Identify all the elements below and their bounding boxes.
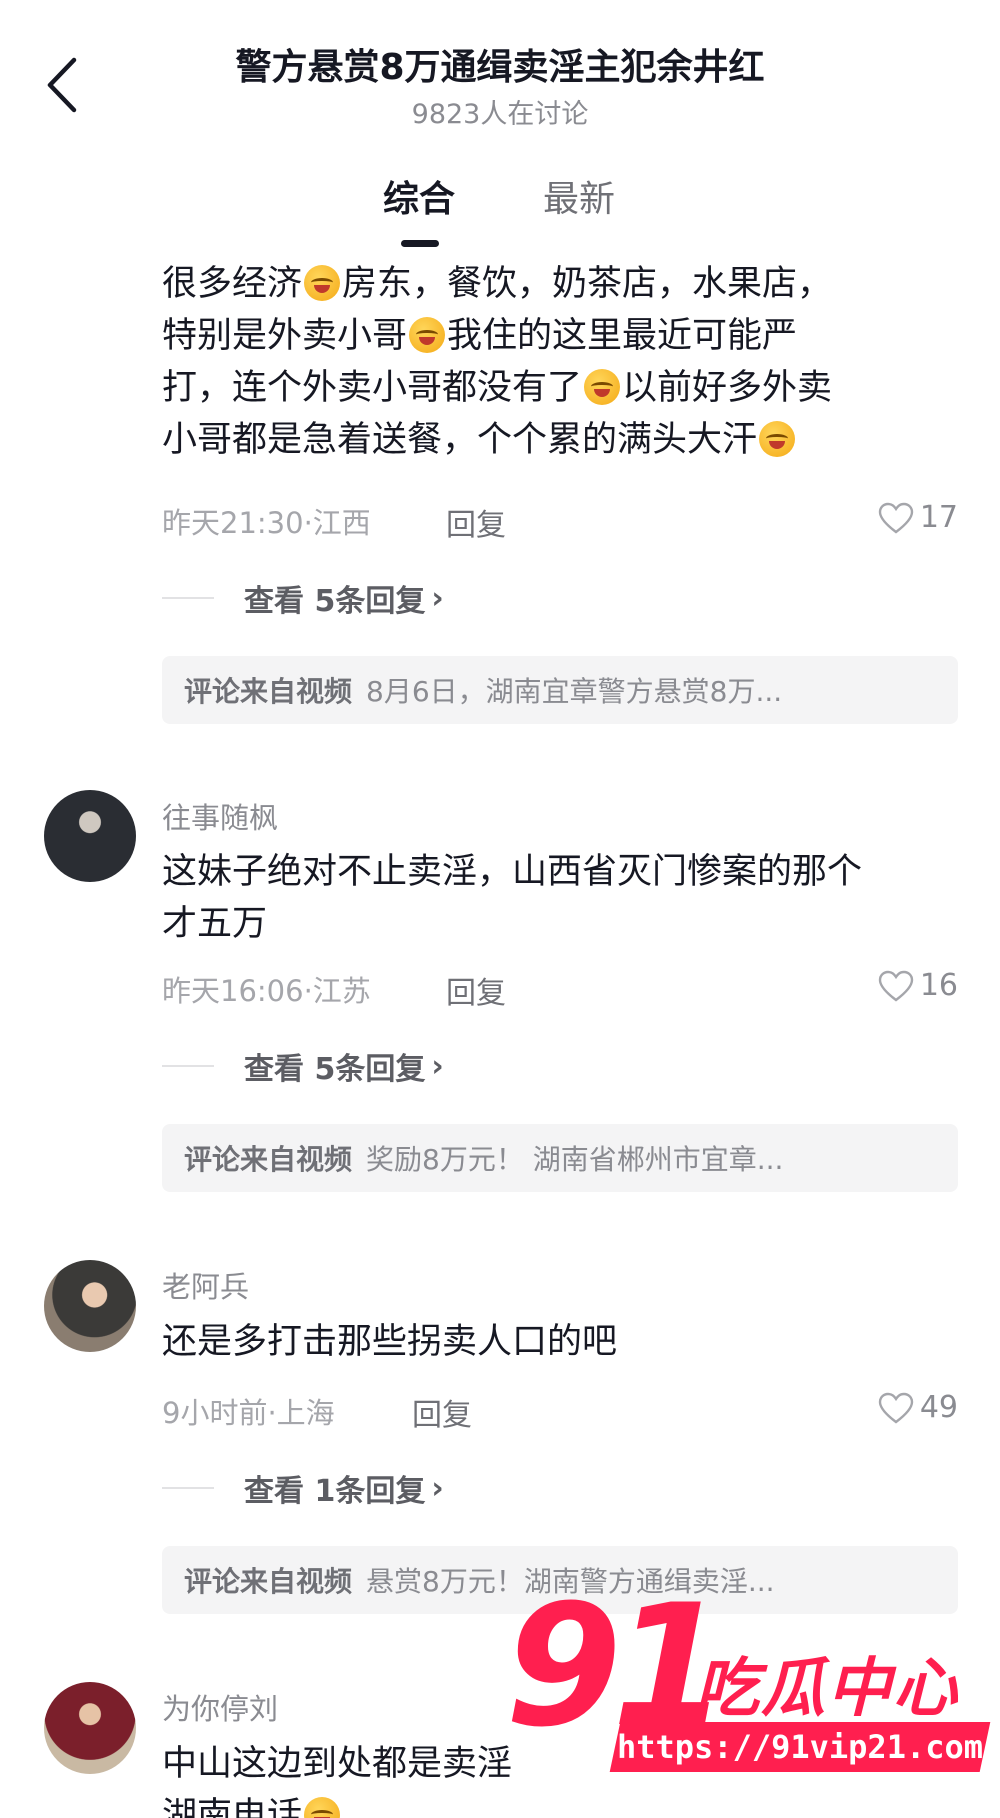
heart-icon (878, 1392, 914, 1424)
crying-emoji-icon (304, 1797, 341, 1818)
crying-laughing-emoji-icon (759, 421, 796, 457)
comment-meta: 昨天16:06·江苏 (162, 974, 371, 1008)
watermark-logo: 91 吃瓜中心 https://91vip21.com (505, 1582, 995, 1792)
like-button[interactable]: 16 (878, 968, 958, 1003)
heart-icon (878, 970, 914, 1002)
crying-laughing-emoji-icon (584, 369, 621, 405)
comment-text: 还是多打击那些拐卖人口的吧 (162, 1322, 618, 1362)
watermark-url: https://91vip21.com (609, 1722, 991, 1772)
username[interactable]: 为你停刘 (162, 1686, 278, 1728)
chevron-right-icon: › (431, 1048, 444, 1084)
heart-icon (878, 502, 914, 534)
username[interactable]: 老阿兵 (162, 1264, 249, 1306)
divider (162, 1487, 214, 1489)
like-count: 49 (919, 1390, 958, 1425)
view-replies-button[interactable]: 查看 5条回复 › (162, 1046, 444, 1087)
reply-button[interactable]: 回复 (412, 1390, 472, 1434)
like-button[interactable]: 17 (878, 500, 958, 535)
chevron-right-icon: › (431, 1470, 444, 1506)
avatar[interactable] (44, 790, 136, 882)
comment-meta: 9小时前·上海 (162, 1396, 335, 1430)
avatar[interactable] (44, 1682, 136, 1774)
top-bar: 警方悬赏8万通缉卖淫主犯余井红 9823人在讨论 综合 最新 (0, 0, 1000, 250)
view-replies-button[interactable]: 查看 1条回复 › (162, 1468, 444, 1509)
reply-button[interactable]: 回复 (446, 500, 506, 544)
tab-latest[interactable]: 最新 (543, 170, 615, 222)
watermark-brand: 吃瓜中心 (695, 1652, 959, 1726)
like-count: 16 (919, 968, 958, 1003)
page-title: 警方悬赏8万通缉卖淫主犯余井红 (235, 47, 765, 88)
comment-feed[interactable]: 哎，不要小看这些人，她们能带动一个小市里 很多经济房东，餐饮，奶茶店，水果店， … (0, 0, 1000, 1818)
view-replies-button[interactable]: 查看 5条回复 › (162, 578, 444, 619)
active-tab-indicator (401, 240, 439, 247)
discussion-count: 9823人在讨论 (411, 99, 589, 130)
username[interactable]: 往事随枫 (162, 795, 278, 837)
tab-bar: 综合 最新 (0, 170, 1000, 240)
like-button[interactable]: 49 (878, 1390, 958, 1425)
comment-text: 这妹子绝对不止卖淫，山西省灭门惨案的那个 才五万 (162, 852, 863, 944)
reply-button[interactable]: 回复 (446, 968, 506, 1012)
avatar[interactable] (44, 1260, 136, 1352)
like-count: 17 (919, 500, 958, 535)
chevron-right-icon: › (431, 580, 444, 616)
video-source-link[interactable]: 评论来自视频 8月6日，湖南宜章警方悬赏8万... (162, 656, 958, 724)
video-source-link[interactable]: 评论来自视频 奖励8万元！ 湖南省郴州市宜章... (162, 1124, 958, 1192)
comment-meta: 昨天21:30·江西 (162, 506, 371, 540)
crying-laughing-emoji-icon (304, 265, 341, 301)
divider (162, 597, 214, 599)
crying-laughing-emoji-icon (409, 317, 446, 353)
divider (162, 1065, 214, 1067)
tab-comprehensive[interactable]: 综合 (383, 170, 455, 222)
